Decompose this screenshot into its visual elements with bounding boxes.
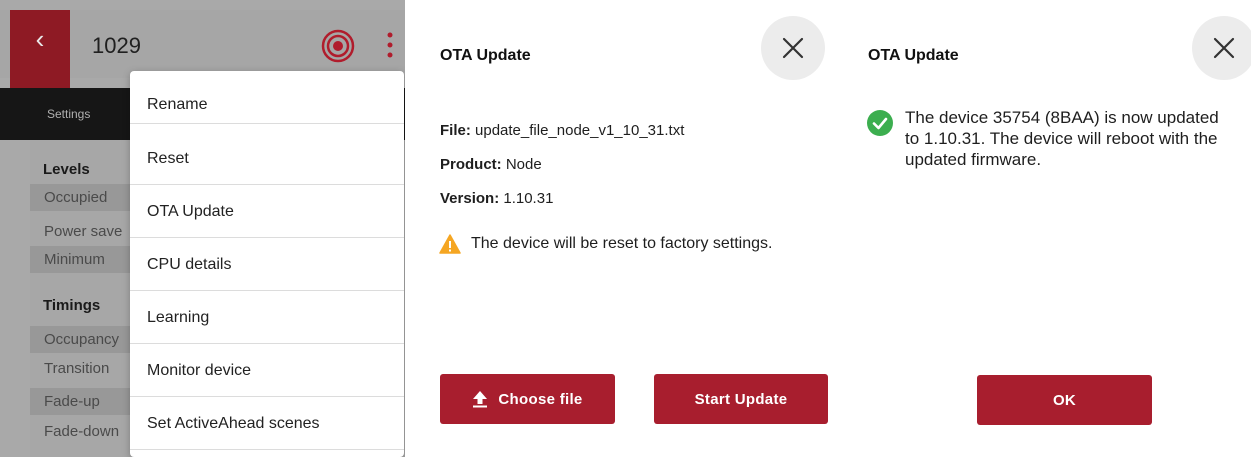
- ok-label: OK: [1052, 391, 1077, 409]
- ota-dialog-title: OTA Update: [440, 47, 531, 64]
- section-heading-levels: Levels: [43, 161, 90, 178]
- menu-item-label: Set ActiveAhead scenes: [147, 415, 320, 432]
- close-icon: [1213, 37, 1235, 59]
- tab-settings[interactable]: Settings: [47, 107, 90, 121]
- upload-icon: [473, 391, 488, 408]
- list-item-transition[interactable]: Transition: [30, 355, 140, 382]
- version-value: 1.10.31: [503, 190, 554, 207]
- chevron-left-icon: ‹: [35, 24, 45, 54]
- list-item-fade-down[interactable]: Fade-down: [30, 418, 140, 445]
- product-info: Product: Node: [440, 156, 542, 173]
- menu-item-reset[interactable]: Reset: [130, 132, 404, 185]
- more-vert-icon[interactable]: [385, 31, 395, 61]
- ok-button[interactable]: OK: [977, 375, 1152, 425]
- back-button[interactable]: ‹: [10, 10, 70, 88]
- menu-item-label: Monitor device: [147, 362, 252, 379]
- menu-item-label: Learning: [147, 309, 210, 326]
- warning-text: The device will be reset to factory sett…: [471, 235, 773, 252]
- target-icon[interactable]: [321, 29, 355, 63]
- success-dialog-title: OTA Update: [868, 47, 959, 64]
- device-screen: ‹ 1029 Settings Levels Occupied Power sa…: [0, 0, 405, 457]
- file-info: File: update_file_node_v1_10_31.txt: [440, 122, 684, 139]
- start-update-label: Start Update: [694, 390, 788, 408]
- product-label: Product:: [440, 156, 502, 173]
- menu-item-set-activeahead-scenes[interactable]: Set ActiveAhead scenes: [130, 397, 404, 450]
- success-close-button[interactable]: [1192, 16, 1251, 80]
- section-heading-timings: Timings: [43, 297, 101, 314]
- close-icon: [782, 37, 804, 59]
- menu-item-label: CPU details: [147, 256, 232, 273]
- warning-icon: [439, 234, 461, 254]
- device-title: 1029: [92, 33, 141, 58]
- check-circle-icon: [867, 110, 893, 136]
- menu-item-label: Reset: [147, 150, 189, 167]
- version-info: Version: 1.10.31: [440, 190, 553, 207]
- success-message: The device 35754 (8BAA) is now updated t…: [905, 108, 1219, 169]
- start-update-button[interactable]: Start Update: [654, 374, 828, 424]
- choose-file-label: Choose file: [498, 390, 583, 408]
- list-item-occupancy[interactable]: Occupancy: [30, 326, 140, 353]
- menu-item-ota-update[interactable]: OTA Update: [130, 185, 404, 238]
- ota-close-button[interactable]: [761, 16, 825, 80]
- file-value: update_file_node_v1_10_31.txt: [475, 122, 685, 139]
- menu-item-monitor-device[interactable]: Monitor device: [130, 344, 404, 397]
- file-label: File:: [440, 122, 471, 139]
- menu-item-cpu-details[interactable]: CPU details: [130, 238, 404, 291]
- list-item-minimum[interactable]: Minimum: [30, 246, 140, 273]
- choose-file-button[interactable]: Choose file: [440, 374, 615, 424]
- menu-item-label: Rename: [147, 96, 208, 113]
- list-item-fade-up[interactable]: Fade-up: [30, 388, 140, 415]
- product-value: Node: [505, 156, 542, 173]
- list-item-power-save[interactable]: Power save: [30, 218, 140, 245]
- list-item-occupied[interactable]: Occupied: [30, 184, 140, 211]
- menu-item-learning[interactable]: Learning: [130, 291, 404, 344]
- menu-item-rename[interactable]: Rename: [130, 71, 404, 124]
- menu-item-label: OTA Update: [147, 203, 234, 220]
- overflow-menu: Rename Reset OTA Update CPU details Lear…: [130, 71, 404, 457]
- version-label: Version:: [440, 190, 500, 207]
